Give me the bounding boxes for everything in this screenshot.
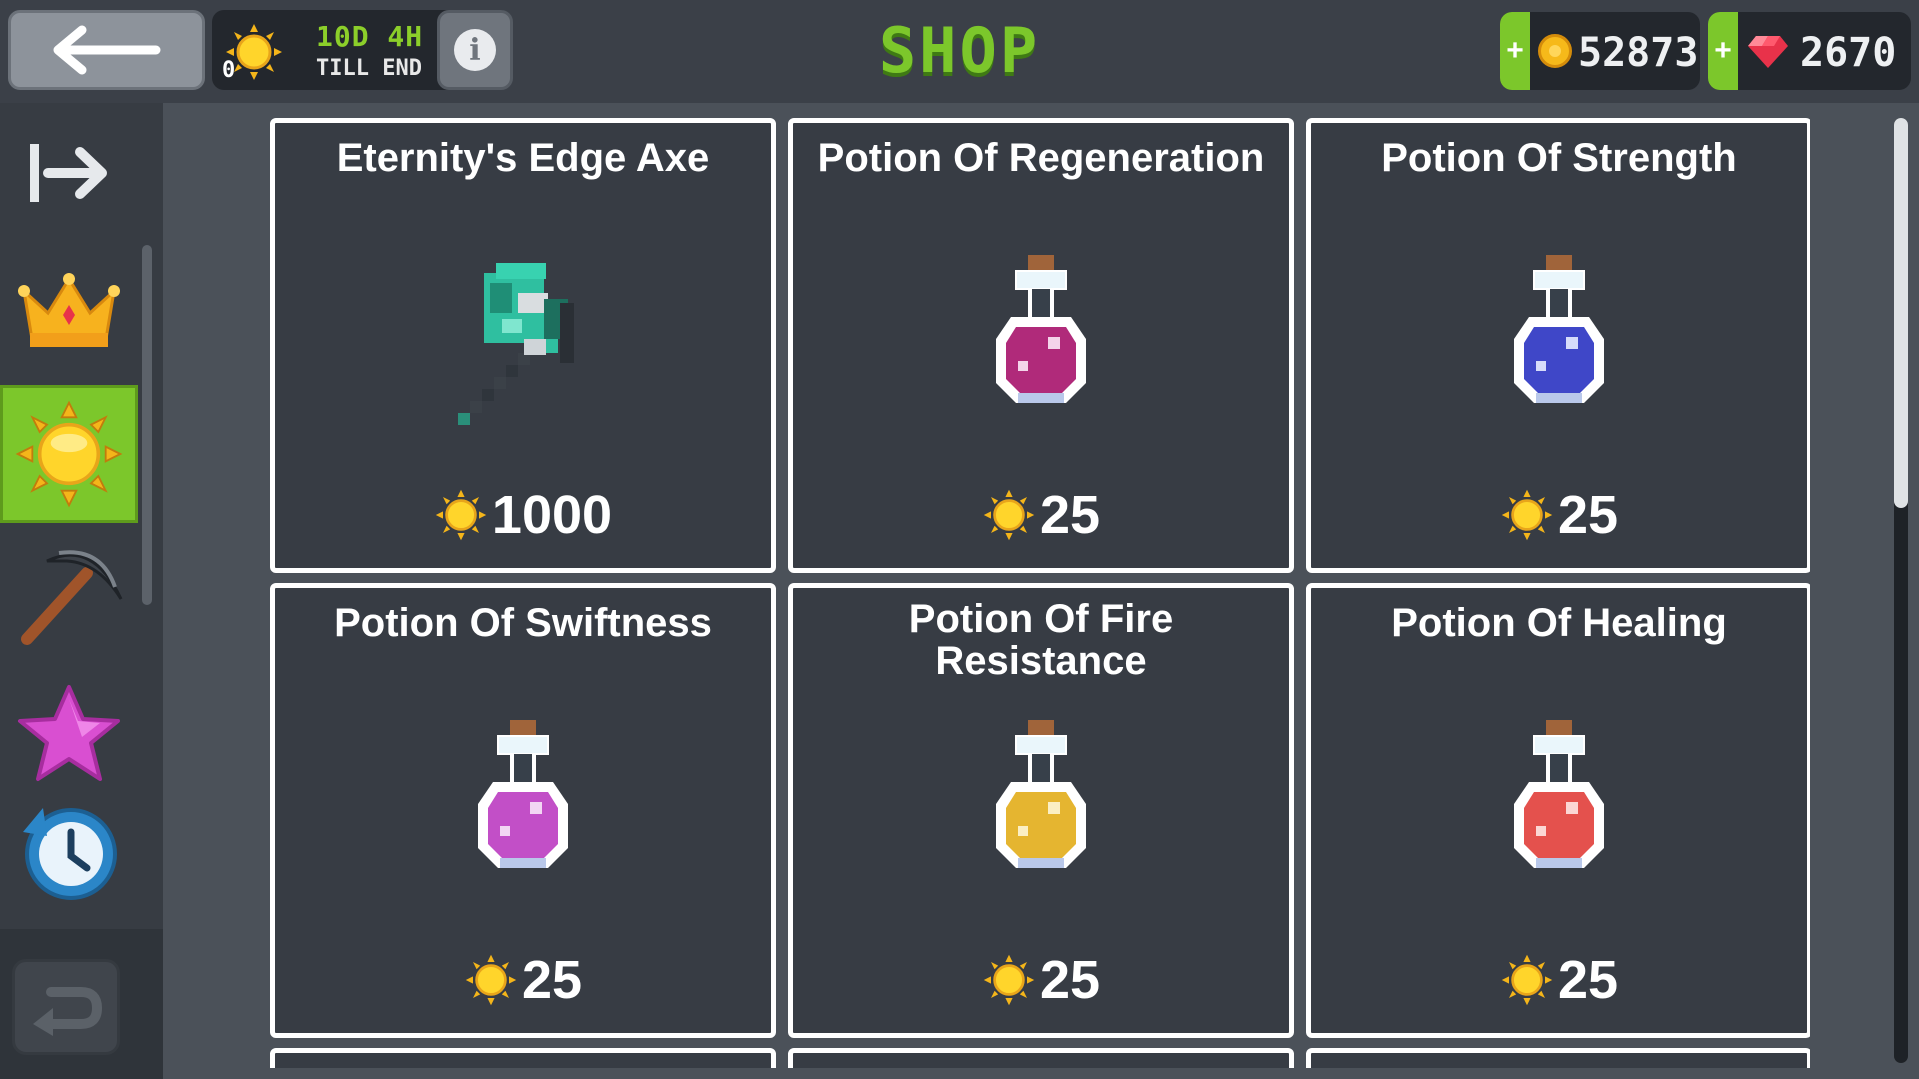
item-price-value: 25 (1557, 485, 1619, 545)
potion-icon (478, 720, 568, 868)
sidebar-item-timed[interactable] (0, 778, 138, 918)
sidebar-scrollbar[interactable] (142, 245, 152, 605)
potion-icon (996, 255, 1086, 403)
item-title: Potion Of Swiftness (334, 601, 712, 645)
item-price: 25 (793, 949, 1289, 1011)
shop-item-card[interactable]: Eternity's Edge Axe 1000 (270, 118, 776, 573)
sun-currency-icon (1501, 954, 1553, 1006)
item-title: Potion Of Strength (1381, 136, 1737, 180)
item-price: 25 (275, 949, 771, 1011)
undo-button[interactable] (12, 959, 120, 1055)
item-price-value: 25 (1039, 485, 1101, 545)
shop-scrollbar[interactable] (1894, 118, 1908, 1063)
sidebar-item-crown[interactable] (0, 242, 138, 380)
item-title: Potion Of Healing (1391, 601, 1727, 645)
potion-icon (1514, 255, 1604, 403)
app-root: 0 10D 4H TILL END i SHOP + 52873 + 2670 (0, 0, 1919, 1079)
shop-item-card[interactable]: Potion Of Fire Resistance 25 (788, 583, 1294, 1038)
sun-currency-icon (983, 954, 1035, 1006)
axe-icon (458, 263, 574, 425)
shop-item-card[interactable]: Potion Of Regeneration 25 (788, 118, 1294, 573)
item-price: 25 (1311, 484, 1807, 546)
crown-icon (18, 273, 120, 347)
item-title: Potion Of Regeneration (817, 136, 1265, 180)
item-title: Eternity's Edge Axe (336, 136, 710, 180)
shop-item-grid: Eternity's Edge Axe 1000 Potion Of Regen… (270, 118, 1810, 1068)
sidebar-item-pickaxe[interactable] (0, 526, 138, 664)
coins-balance[interactable]: + 52873 (1500, 12, 1700, 90)
item-price-value: 25 (1557, 950, 1619, 1010)
clock-refresh-icon (23, 808, 117, 900)
sun-currency-icon (435, 489, 487, 541)
item-price: 1000 (275, 484, 771, 546)
sidebar (0, 103, 163, 929)
sun-icon (15, 400, 123, 508)
gems-balance[interactable]: + 2670 (1708, 12, 1911, 90)
shop-item-card[interactable]: Potion Of Strength 25 (1306, 118, 1810, 573)
shop-item-card[interactable] (1306, 1048, 1810, 1068)
potion-icon (996, 720, 1086, 868)
sun-currency-icon (465, 954, 517, 1006)
star-icon (18, 685, 120, 781)
shop-item-card[interactable] (270, 1048, 776, 1068)
coins-value: 52873 (1578, 30, 1699, 76)
item-price-value: 25 (521, 950, 583, 1010)
sidebar-footer (0, 929, 163, 1079)
item-title: Potion Of Fire Resistance (908, 597, 1174, 683)
undo-arrow-icon (33, 987, 103, 1036)
shop-item-card[interactable]: Potion Of Healing 25 (1306, 583, 1810, 1038)
item-price-value: 25 (1039, 950, 1101, 1010)
sidebar-item-sun-event[interactable] (0, 385, 138, 523)
sun-currency-icon (983, 489, 1035, 541)
top-bar: 0 10D 4H TILL END i SHOP + 52873 + 2670 (0, 0, 1919, 103)
item-price-value: 1000 (491, 485, 613, 545)
gold-coin-icon (1538, 34, 1572, 68)
shop-item-card[interactable] (788, 1048, 1294, 1068)
potion-icon (1514, 720, 1604, 868)
pickaxe-icon (21, 550, 123, 645)
item-price: 25 (1311, 949, 1807, 1011)
item-price: 25 (793, 484, 1289, 546)
exit-arrow-icon (30, 144, 107, 202)
shop-item-card[interactable]: Potion Of Swiftness 25 (270, 583, 776, 1038)
sidebar-item-exit[interactable] (0, 104, 138, 242)
add-gems-button[interactable]: + (1708, 12, 1738, 90)
gems-value: 2670 (1800, 30, 1897, 76)
red-gem-icon (1748, 36, 1788, 68)
add-coins-button[interactable]: + (1500, 12, 1530, 90)
sun-currency-icon (1501, 489, 1553, 541)
shop-scrollbar-thumb[interactable] (1894, 118, 1908, 508)
